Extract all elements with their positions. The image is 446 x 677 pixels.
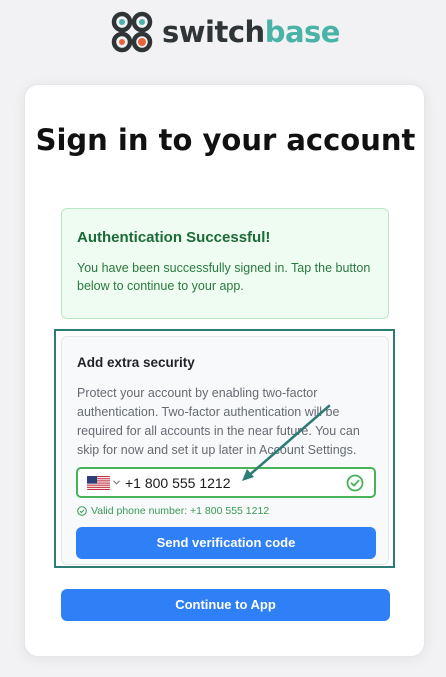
security-title: Add extra security (77, 355, 195, 370)
brand-name-part2: base (264, 15, 341, 49)
us-flag-icon[interactable] (87, 475, 110, 490)
phone-validation: Valid phone number: +1 800 555 1212 (77, 504, 269, 517)
chevron-down-icon[interactable] (113, 480, 120, 485)
validation-message: Valid phone number: +1 800 555 1212 (91, 504, 270, 517)
brand-name-part1: switch (162, 15, 265, 49)
phone-field[interactable] (76, 467, 376, 498)
alert-title: Authentication Successful! (77, 229, 271, 246)
switchbase-logo-icon (111, 11, 153, 53)
send-verification-button[interactable]: Send verification code (76, 527, 376, 559)
signin-card: Sign in to your account Authentication S… (24, 84, 425, 657)
alert-body: You have been successfully signed in. Ta… (77, 261, 371, 293)
continue-to-app-button[interactable]: Continue to App (61, 589, 390, 621)
brand-logo: switchbase (110, 10, 340, 54)
check-circle-icon (346, 474, 364, 492)
phone-input[interactable] (125, 474, 325, 491)
brand-name: switchbase (162, 10, 340, 54)
success-alert: Authentication Successful! You have been… (61, 208, 389, 319)
page-title: Sign in to your account (35, 123, 416, 157)
small-check-circle-icon (77, 505, 87, 516)
extra-security-panel: Add extra security Protect your account … (61, 336, 389, 565)
security-description: Protect your account by enabling two-fac… (77, 386, 360, 457)
